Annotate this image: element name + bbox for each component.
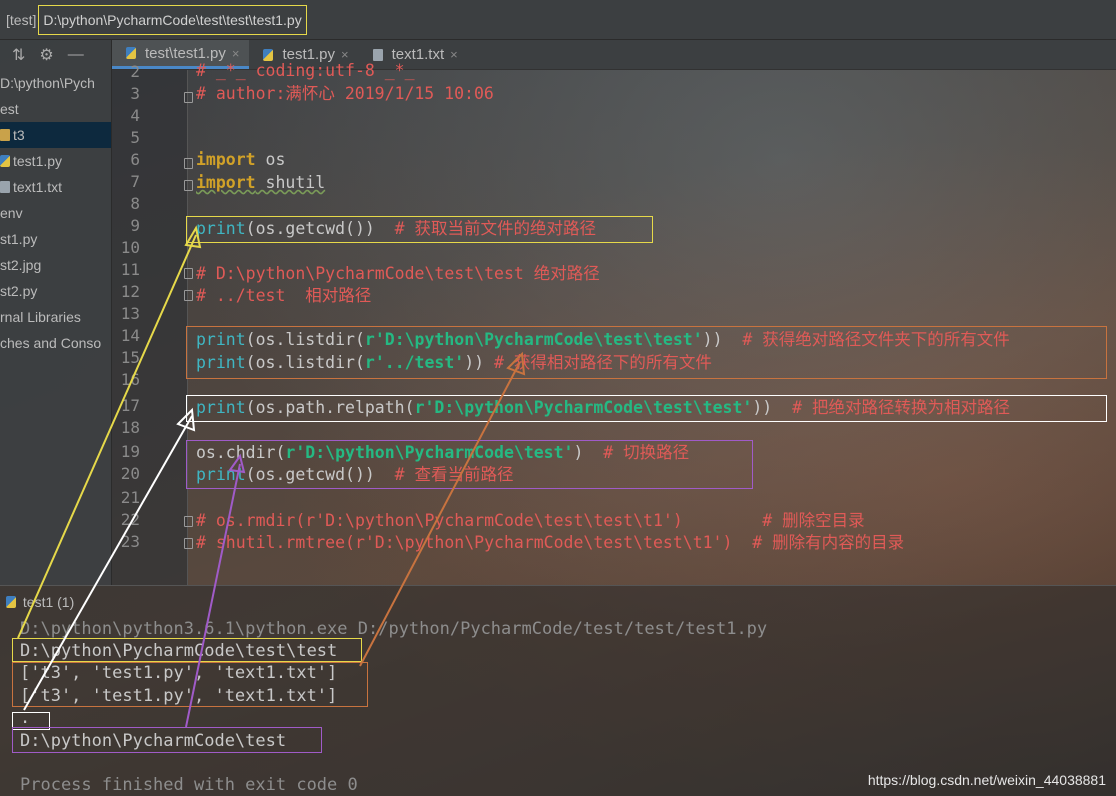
line-number: 23 xyxy=(120,532,140,551)
line-number: 22 xyxy=(120,510,140,529)
code-editor[interactable]: # _*_ coding:utf-8 _*_ # author:满怀心 2019… xyxy=(186,61,1116,585)
tree-item-test[interactable]: est xyxy=(0,96,111,122)
line-number: 18 xyxy=(120,418,140,437)
line-number: 7 xyxy=(130,172,140,191)
project-name: [test] xyxy=(6,11,37,28)
tree-item-text1-txt[interactable]: text1.txt xyxy=(0,174,111,200)
tree-item-test2-py[interactable]: st2.py xyxy=(0,278,111,304)
fold-marker-icon[interactable] xyxy=(184,180,193,191)
tree-item-scratches[interactable]: ches and Conso xyxy=(0,330,111,356)
fold-marker-icon[interactable] xyxy=(184,290,193,301)
line-number: 10 xyxy=(120,238,140,257)
annotation-box-orange xyxy=(186,326,1107,379)
code-line-11: # D:\python\PycharmCode\test\test 绝对路径 xyxy=(196,264,600,283)
collapse-icon[interactable]: ⇅ xyxy=(12,45,25,65)
file-path: D:\python\PycharmCode\test\test\test1.py xyxy=(38,4,307,35)
code-line-6: import os xyxy=(196,150,286,169)
fold-marker-icon[interactable] xyxy=(184,158,193,169)
line-number: 21 xyxy=(120,488,140,507)
title-bar: [test] D:\python\PycharmCode\test\test\t… xyxy=(0,0,1116,40)
text-file-icon xyxy=(372,48,383,61)
python-file-icon xyxy=(126,47,136,59)
python-file-icon xyxy=(0,155,10,167)
tree-item-test1-py[interactable]: test1.py xyxy=(0,148,111,174)
line-number: 3 xyxy=(130,84,140,103)
line-number: 19 xyxy=(120,442,140,461)
code-line-23: # shutil.rmtree(r'D:\python\PycharmCode\… xyxy=(196,533,905,552)
line-number: 12 xyxy=(120,282,140,301)
output-box-orange xyxy=(12,662,368,707)
code-line-22: # os.rmdir(r'D:\python\PycharmCode\test\… xyxy=(196,511,865,530)
line-number: 20 xyxy=(120,464,140,483)
python-file-icon xyxy=(263,48,274,61)
line-number: 17 xyxy=(120,396,140,415)
fold-marker-icon[interactable] xyxy=(184,538,193,549)
project-toolbar: ⇅ ⚙ — xyxy=(0,40,111,70)
line-number: 2 xyxy=(130,62,140,81)
line-number: 6 xyxy=(130,150,140,169)
code-line-2: # _*_ coding:utf-8 _*_ xyxy=(196,61,415,80)
line-number: 9 xyxy=(130,216,140,235)
line-number: 5 xyxy=(130,128,140,147)
line-number: 15 xyxy=(120,348,140,367)
tree-item-t3[interactable]: t3 xyxy=(0,122,111,148)
close-icon[interactable]: × xyxy=(450,47,458,62)
close-icon[interactable]: × xyxy=(232,46,240,61)
fold-marker-icon[interactable] xyxy=(184,516,193,527)
line-number: 13 xyxy=(120,304,140,323)
line-number-gutter: 2 3 4 5 6 7 8 9 10 11 12 13 14 15 16 17 … xyxy=(112,62,193,585)
python-file-icon xyxy=(6,596,16,608)
line-number: 16 xyxy=(120,370,140,389)
line-number: 14 xyxy=(120,326,140,345)
output-box-yellow xyxy=(12,638,362,662)
minimize-icon[interactable]: — xyxy=(68,46,84,64)
line-number: 4 xyxy=(130,106,140,125)
annotation-box-yellow xyxy=(186,216,653,243)
watermark: https://blog.csdn.net/weixin_44038881 xyxy=(867,772,1106,788)
folder-icon xyxy=(0,129,10,141)
tree-item-root[interactable]: D:\python\Pych xyxy=(0,70,111,96)
run-tab[interactable]: test1 (1) xyxy=(6,594,74,610)
line-number: 8 xyxy=(130,194,140,213)
code-line-7: import shutil xyxy=(196,173,326,192)
annotation-box-purple xyxy=(186,440,753,489)
line-number: 11 xyxy=(120,260,140,279)
code-line-3: # author:满怀心 2019/1/15 10:06 xyxy=(196,84,494,103)
text-file-icon xyxy=(0,181,10,193)
output-box-purple xyxy=(12,727,322,753)
code-line-12: # ../test 相对路径 xyxy=(196,286,372,305)
annotation-box-white xyxy=(186,395,1107,422)
fold-marker-icon[interactable] xyxy=(184,92,193,103)
tree-item-venv[interactable]: env xyxy=(0,200,111,226)
project-tool-window: ⇅ ⚙ — D:\python\Pych est t3 test1.py tex… xyxy=(0,40,112,585)
exit-message: Process finished with exit code 0 xyxy=(20,775,358,795)
gear-icon[interactable]: ⚙ xyxy=(39,45,53,65)
tree-item-test2-jpg[interactable]: st2.jpg xyxy=(0,252,111,278)
tree-item-external-libraries[interactable]: rnal Libraries xyxy=(0,304,111,330)
tree-item-test1-py-root[interactable]: st1.py xyxy=(0,226,111,252)
fold-marker-icon[interactable] xyxy=(184,268,193,279)
run-command: D:\python\python3.6.1\python.exe D:/pyth… xyxy=(20,619,768,639)
